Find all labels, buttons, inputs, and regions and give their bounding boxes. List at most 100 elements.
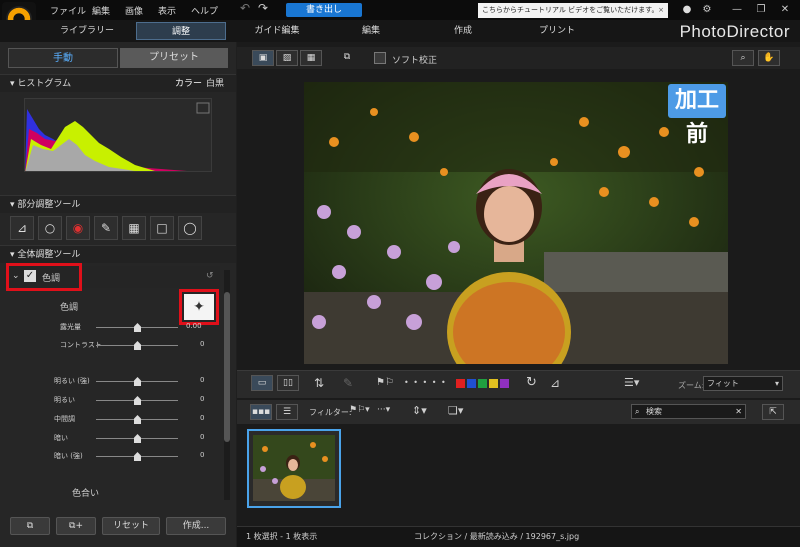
hand-tool-icon[interactable]: ✋ [758, 50, 780, 66]
zoom-value: フィット [707, 379, 739, 388]
reset-button[interactable]: リセット [102, 517, 160, 535]
list-view-icon[interactable]: ☰ [276, 404, 298, 420]
histogram-color-toggle[interactable]: カラー [175, 75, 202, 93]
crop-icon[interactable]: ⊿ [10, 216, 34, 240]
secondary-display-icon[interactable]: ⧉ [336, 50, 358, 66]
preview-photo[interactable] [304, 82, 728, 364]
square-mask-icon[interactable]: □ [150, 216, 174, 240]
slider-value[interactable]: 0 [200, 376, 204, 384]
rotate-flag-icon[interactable]: ⇅ [314, 376, 324, 390]
color-label-swatch[interactable] [489, 379, 498, 388]
soft-proof-checkbox[interactable] [374, 52, 386, 64]
sort-dropdown-icon[interactable]: ☰▾ [624, 376, 639, 389]
slider-label: 露光量 [60, 323, 81, 331]
compare-icon[interactable]: ⧉ [10, 517, 50, 535]
slider-value[interactable]: 0 [200, 340, 204, 348]
color-label-swatch[interactable] [456, 379, 465, 388]
menu-help[interactable]: ヘルプ [191, 4, 218, 17]
chevron-down-icon[interactable]: ▾ [775, 377, 779, 390]
color-label-swatch[interactable] [500, 379, 509, 388]
flag-filter-icon[interactable]: ⚑⚐▾ [349, 405, 370, 415]
search-icon: ⌕ [635, 407, 640, 416]
slider-label: 明るい [54, 396, 75, 404]
collection-path: コレクション / 最新読み込み / 192967_s.jpg [414, 532, 580, 541]
gradient-icon[interactable]: ▦ [122, 216, 146, 240]
slider-label: 暗い (強) [54, 452, 83, 460]
tone-sub-label: 色調 [60, 303, 79, 313]
menu-edit[interactable]: 編集 [92, 4, 110, 17]
spot-removal-icon[interactable]: ○ [38, 216, 62, 240]
menu-file[interactable]: ファイル [50, 4, 86, 17]
grid-view-icon[interactable]: ▦ [300, 50, 322, 66]
tutorial-banner[interactable]: こちらからチュートリアル ビデオをご覧いただけます。 × [478, 3, 668, 18]
tab-print[interactable]: プリント [512, 22, 602, 40]
tag-icon[interactable]: ✎ [343, 376, 353, 390]
slider-label: 明るい (強) [54, 377, 90, 385]
search-input[interactable]: ⌕ 検索 ✕ [631, 404, 746, 419]
single-view-icon[interactable]: ▣ [252, 50, 274, 66]
collapse-icon[interactable]: ▾ [10, 250, 15, 260]
flag-icon[interactable]: ⚑⚐ [376, 377, 394, 388]
tutorial-close-icon[interactable]: × [658, 3, 664, 18]
red-eye-icon[interactable]: ◉ [66, 216, 90, 240]
collapse-icon[interactable]: ▾ [10, 200, 15, 210]
settings-icon[interactable]: ⚙ [700, 3, 714, 17]
slider-value[interactable]: 0 [200, 433, 204, 441]
left-panel-scrollbar[interactable] [224, 270, 230, 500]
close-button[interactable]: ✕ [778, 3, 792, 17]
write-out-button[interactable]: 書き出し [286, 3, 362, 17]
thumbnail-view-icon[interactable]: ▪▪▪ [250, 404, 272, 420]
color-label-swatch[interactable] [467, 379, 476, 388]
menu-view[interactable]: 表示 [158, 4, 176, 17]
before-edit-tag: 加工前 [668, 84, 726, 147]
compare-view-icon[interactable]: ▨ [276, 50, 298, 66]
rating-dots[interactable]: • • • • • [404, 378, 447, 387]
maximize-button[interactable]: ❐ [754, 3, 768, 17]
photo-thumbnail[interactable] [247, 429, 341, 508]
create-button[interactable]: 作成... [166, 517, 226, 535]
histogram-mono-toggle[interactable]: 白黒 [206, 75, 224, 93]
undo-icon[interactable]: ↶ [240, 1, 250, 15]
redo-icon[interactable]: ↷ [258, 1, 268, 15]
color-label-swatch[interactable] [478, 379, 487, 388]
clear-search-icon[interactable]: ✕ [735, 405, 742, 418]
single-photo-view-icon[interactable]: ▭ [251, 375, 273, 391]
sort-icon[interactable]: ⇕▾ [412, 404, 427, 417]
slider-value[interactable]: 0 [200, 451, 204, 459]
notification-icon[interactable]: ● [680, 3, 694, 17]
regional-tools-header[interactable]: ▾ 部分調整ツール [0, 195, 236, 213]
export-icon[interactable]: ⇱ [762, 404, 784, 420]
radial-icon[interactable]: ◯ [178, 216, 202, 240]
menu-image[interactable]: 画像 [125, 4, 143, 17]
stack-icon[interactable]: ❏▾ [448, 404, 463, 417]
search-placeholder: 検索 [646, 407, 662, 416]
zoom-select[interactable]: フィット ▾ [703, 376, 783, 391]
highlight-auto-tone [179, 289, 219, 325]
histogram-header[interactable]: ▾ ヒストグラム カラー 白黒 [0, 74, 236, 92]
tab-library[interactable]: ライブラリー [42, 22, 132, 40]
rotate-icon[interactable]: ↻ [526, 375, 537, 390]
reset-section-icon[interactable]: ↺ [206, 271, 214, 281]
rating-filter-icon[interactable]: ···▾ [377, 405, 390, 415]
tab-create[interactable]: 作成 [418, 22, 508, 40]
tab-guided-edit[interactable]: ガイド編集 [232, 22, 322, 40]
compare-photo-icon[interactable]: ⊿ [550, 376, 560, 390]
before-after-view-icon[interactable]: ▯▯ [277, 375, 299, 391]
tab-edit[interactable]: 編集 [326, 22, 416, 40]
filter-label: フィルター: [309, 408, 352, 417]
soft-proof-label: ソフト校正 [392, 56, 438, 66]
slider-value[interactable]: 0.00 [186, 322, 202, 330]
tab-preset[interactable]: プリセット [120, 48, 228, 68]
minimize-button[interactable]: — [730, 3, 744, 17]
tutorial-text[interactable]: こちらからチュートリアル ビデオをご覧いただけます。 [482, 6, 658, 14]
tab-manual[interactable]: 手動 [8, 48, 118, 68]
zoom-tool-icon[interactable]: ⌕ [732, 50, 754, 66]
global-tools-header[interactable]: ▾ 全体調整ツール [0, 245, 236, 263]
brush-icon[interactable]: ✎ [94, 216, 118, 240]
slider-value[interactable]: 0 [200, 414, 204, 422]
collapse-icon[interactable]: ▾ [10, 79, 15, 89]
add-snapshot-icon[interactable]: ⧉+ [56, 517, 96, 535]
regional-tools-label: 部分調整ツール [17, 200, 81, 210]
tab-adjust[interactable]: 調整 [136, 22, 226, 40]
slider-value[interactable]: 0 [200, 395, 204, 403]
